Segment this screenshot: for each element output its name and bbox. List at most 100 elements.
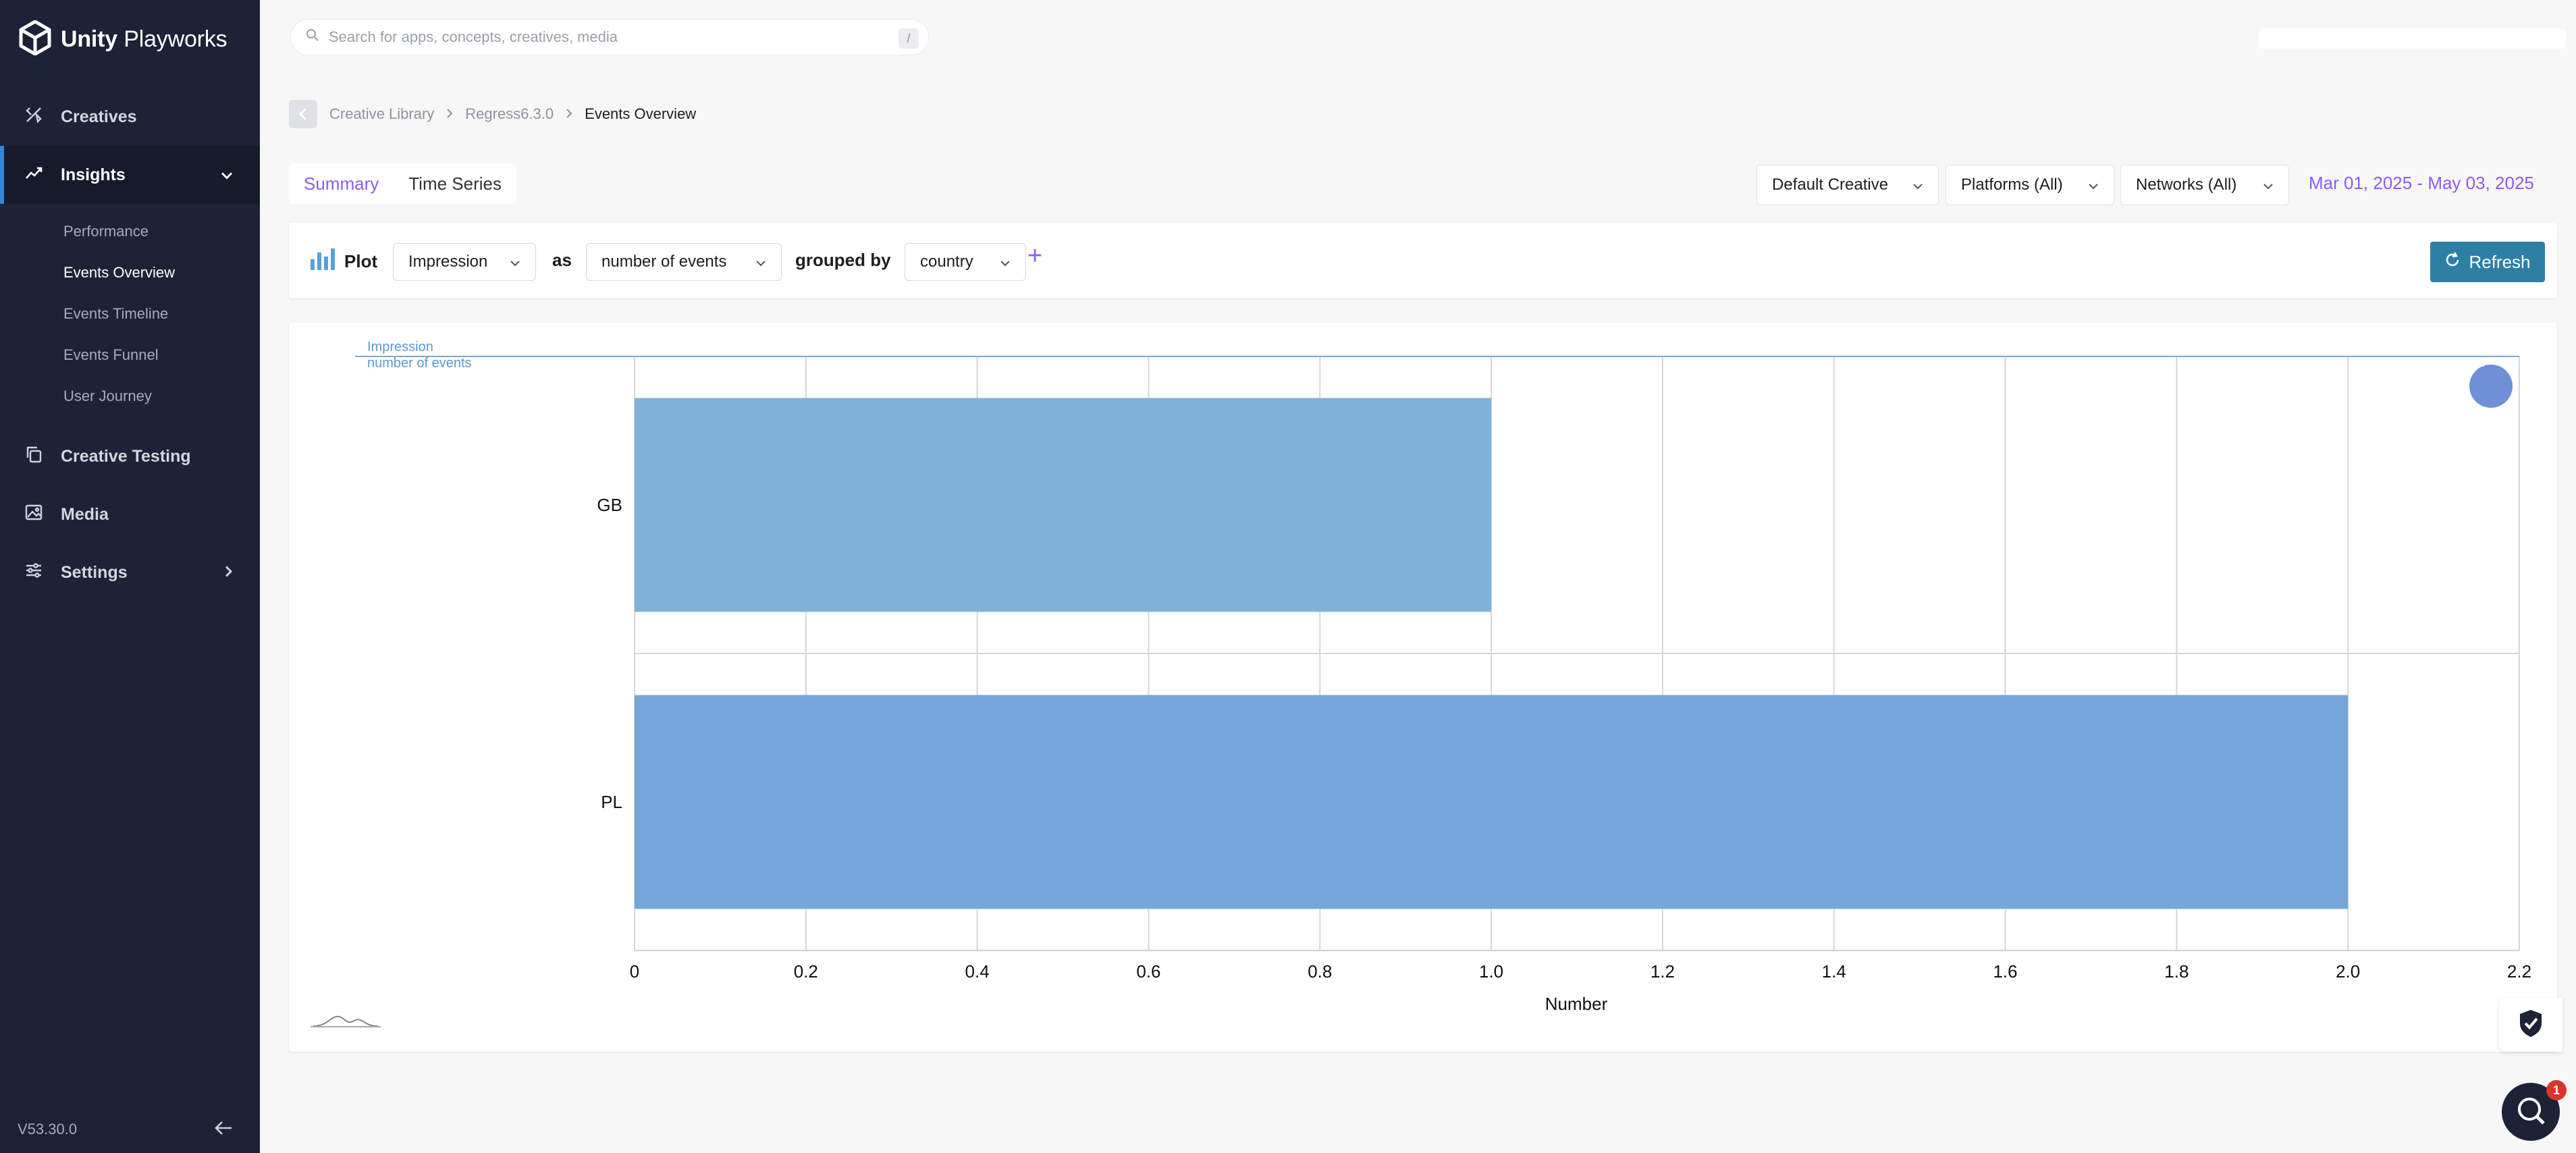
group-select-value: country bbox=[920, 252, 973, 271]
search-shortcut-key: / bbox=[898, 28, 919, 49]
nav-item-insights[interactable]: Insights bbox=[0, 146, 260, 204]
nav-label: Media bbox=[61, 504, 109, 524]
platforms-select[interactable]: Platforms (All) bbox=[1946, 165, 2114, 205]
breadcrumb-creative-library[interactable]: Creative Library bbox=[329, 105, 434, 123]
chevron-down-icon bbox=[1912, 176, 1923, 194]
y-tick-label: PL bbox=[601, 792, 622, 812]
event-select[interactable]: Impression bbox=[393, 243, 536, 281]
networks-select-value: Networks (All) bbox=[2136, 176, 2237, 194]
refresh-icon bbox=[2444, 251, 2461, 273]
chevron-down-icon bbox=[221, 165, 233, 185]
insights-subnav: Performance Events Overview Events Timel… bbox=[0, 204, 260, 427]
metric-select-value: number of events bbox=[601, 252, 727, 271]
zoom-reset-button[interactable] bbox=[2469, 365, 2513, 408]
legend-metric: number of events bbox=[367, 356, 472, 371]
x-tick-label: 2.0 bbox=[2336, 961, 2360, 982]
date-range-picker[interactable]: Mar 01, 2025 - May 03, 2025 bbox=[2309, 173, 2534, 194]
unity-cube-icon bbox=[19, 20, 51, 59]
refresh-button[interactable]: Refresh bbox=[2430, 242, 2545, 282]
logo-brand: Unity bbox=[61, 26, 118, 52]
sliders-icon bbox=[24, 561, 43, 585]
nav-label: Insights bbox=[61, 165, 126, 184]
refresh-label: Refresh bbox=[2469, 251, 2531, 272]
breadcrumb-regress[interactable]: Regress6.3.0 bbox=[465, 105, 554, 123]
plot-controls: Plot Impression as number of events grou… bbox=[289, 223, 2557, 298]
as-label: as bbox=[552, 250, 572, 270]
bar-chart: 0 0.2 0.4 0.6 0.8 1.0 1.2 1.4 1.6 1.8 2.0 2.2 GB PL I… bbox=[311, 340, 2531, 1027]
chevron-right-icon bbox=[446, 105, 453, 123]
chevron-down-icon bbox=[2263, 176, 2274, 194]
back-button[interactable] bbox=[289, 100, 317, 128]
x-tick-label: 0.8 bbox=[1308, 961, 1332, 982]
event-select-value: Impression bbox=[408, 252, 488, 271]
chart-panel: 0 0.2 0.4 0.6 0.8 1.0 1.2 1.4 1.6 1.8 2.0 2.2 GB PL I… bbox=[289, 323, 2557, 1052]
nav-label: Creatives bbox=[61, 107, 137, 126]
nav-item-settings[interactable]: Settings bbox=[0, 543, 260, 601]
y-tick-label: GB bbox=[597, 495, 622, 515]
breadcrumb: Creative Library Regress6.3.0 Events Ove… bbox=[289, 100, 696, 128]
chevron-down-icon bbox=[755, 252, 766, 271]
metric-select[interactable]: number of events bbox=[586, 243, 782, 281]
collapse-sidebar-button[interactable] bbox=[214, 1120, 233, 1139]
nav-label: Settings bbox=[61, 562, 128, 582]
x-tick-label: 1.8 bbox=[2164, 961, 2189, 982]
legend-event: Impression bbox=[367, 340, 433, 354]
main-nav: Creatives Insights Performance Events Ov… bbox=[0, 88, 260, 601]
arrow-left-icon bbox=[214, 1121, 233, 1139]
x-tick-label: 1.4 bbox=[1822, 961, 1846, 982]
chevron-down-icon bbox=[2088, 176, 2099, 194]
creative-select-value: Default Creative bbox=[1772, 176, 1889, 194]
notification-badge: 1 bbox=[2546, 1080, 2567, 1100]
trend-icon bbox=[24, 163, 43, 187]
copy-icon bbox=[24, 445, 43, 468]
chevron-right-icon bbox=[225, 563, 233, 583]
tab-summary[interactable]: Summary bbox=[304, 173, 379, 194]
x-tick-label: 0 bbox=[630, 961, 639, 982]
sidebar-item-user-journey[interactable]: User Journey bbox=[0, 375, 260, 417]
app-version: V53.30.0 bbox=[18, 1121, 78, 1137]
x-axis-title: Number bbox=[1545, 994, 1608, 1014]
chevron-down-icon bbox=[1000, 252, 1011, 271]
bar-gb[interactable] bbox=[635, 398, 1492, 612]
creative-select[interactable]: Default Creative bbox=[1756, 165, 1939, 205]
add-group-button[interactable]: + bbox=[1027, 243, 1042, 269]
sidebar-item-events-funnel[interactable]: Events Funnel bbox=[0, 334, 260, 375]
networks-select[interactable]: Networks (All) bbox=[2120, 165, 2289, 205]
nav-item-creatives[interactable]: Creatives bbox=[0, 88, 260, 146]
account-area[interactable] bbox=[2259, 28, 2566, 49]
grouped-by-label: grouped by bbox=[795, 250, 891, 270]
chevron-right-icon bbox=[566, 105, 572, 123]
x-tick-label: 0.2 bbox=[794, 961, 818, 982]
x-tick-label: 1.6 bbox=[1993, 961, 2017, 982]
platforms-select-value: Platforms (All) bbox=[1961, 176, 2063, 194]
sidebar-item-performance[interactable]: Performance bbox=[0, 211, 260, 252]
nav-label: Creative Testing bbox=[61, 446, 191, 466]
search-icon bbox=[306, 28, 319, 46]
search-placeholder: Search for apps, concepts, creatives, me… bbox=[329, 28, 618, 45]
bar-chart-icon bbox=[309, 247, 336, 276]
x-tick-label: 2.2 bbox=[2507, 961, 2531, 982]
search-bar[interactable]: Search for apps, concepts, creatives, me… bbox=[290, 19, 929, 55]
x-tick-label: 0.6 bbox=[1136, 961, 1160, 982]
x-tick-label: 0.4 bbox=[965, 961, 990, 982]
tab-time-series[interactable]: Time Series bbox=[408, 173, 502, 194]
image-icon bbox=[24, 503, 43, 527]
nav-item-media[interactable]: Media bbox=[0, 485, 260, 543]
logo-product: Playworks bbox=[117, 26, 227, 52]
unity-playworks-logo[interactable]: Unity Playworks bbox=[19, 20, 227, 58]
sidebar-item-events-overview[interactable]: Events Overview bbox=[0, 252, 260, 293]
x-tick-label: 1.2 bbox=[1651, 961, 1675, 982]
shield-check-icon bbox=[2517, 1009, 2544, 1042]
sidebar: Unity Playworks Creatives Insights Perfo… bbox=[0, 0, 260, 1153]
group-select[interactable]: country bbox=[905, 243, 1026, 281]
chat-search-icon bbox=[2514, 1094, 2548, 1131]
plot-label: Plot bbox=[344, 251, 378, 271]
view-tabs: Summary Time Series bbox=[289, 163, 516, 204]
minimap[interactable] bbox=[311, 1015, 381, 1027]
bar-pl[interactable] bbox=[635, 695, 2349, 909]
creatives-icon bbox=[24, 105, 43, 129]
sidebar-item-events-timeline[interactable]: Events Timeline bbox=[0, 293, 260, 334]
security-widget-button[interactable] bbox=[2499, 998, 2562, 1052]
breadcrumb-current: Events Overview bbox=[585, 105, 697, 122]
nav-item-creative-testing[interactable]: Creative Testing bbox=[0, 427, 260, 485]
